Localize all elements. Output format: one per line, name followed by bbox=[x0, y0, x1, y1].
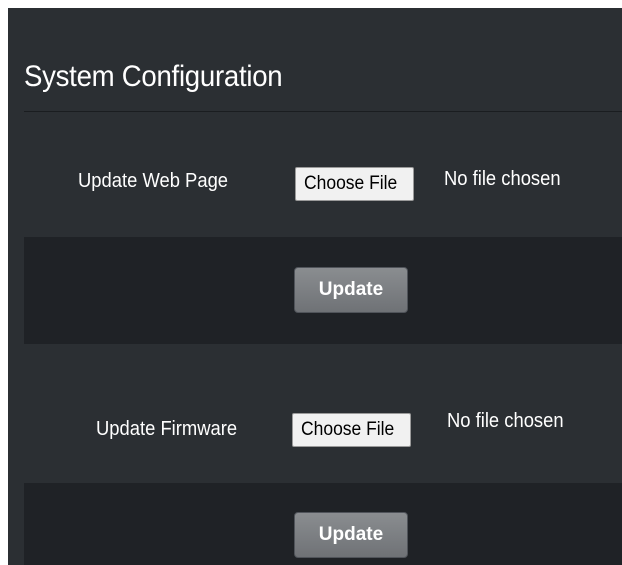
firmware-file-status: No file chosen bbox=[447, 410, 564, 432]
web-page-choose-file-button[interactable]: Choose File bbox=[295, 167, 415, 201]
page-title: System Configuration bbox=[24, 60, 283, 93]
update-web-page-button[interactable]: Update bbox=[294, 267, 408, 313]
system-configuration-panel: System Configuration Update Web Page Cho… bbox=[8, 8, 622, 565]
title-divider bbox=[24, 111, 622, 112]
firmware-choose-file-button[interactable]: Choose File bbox=[292, 413, 412, 447]
update-firmware-button[interactable]: Update bbox=[294, 512, 408, 558]
web-page-file-status: No file chosen bbox=[444, 168, 561, 190]
update-web-page-label: Update Web Page bbox=[78, 170, 229, 192]
update-firmware-label: Update Firmware bbox=[96, 418, 238, 440]
choose-file-label: Choose File bbox=[301, 419, 395, 440]
choose-file-label: Choose File bbox=[304, 173, 398, 194]
